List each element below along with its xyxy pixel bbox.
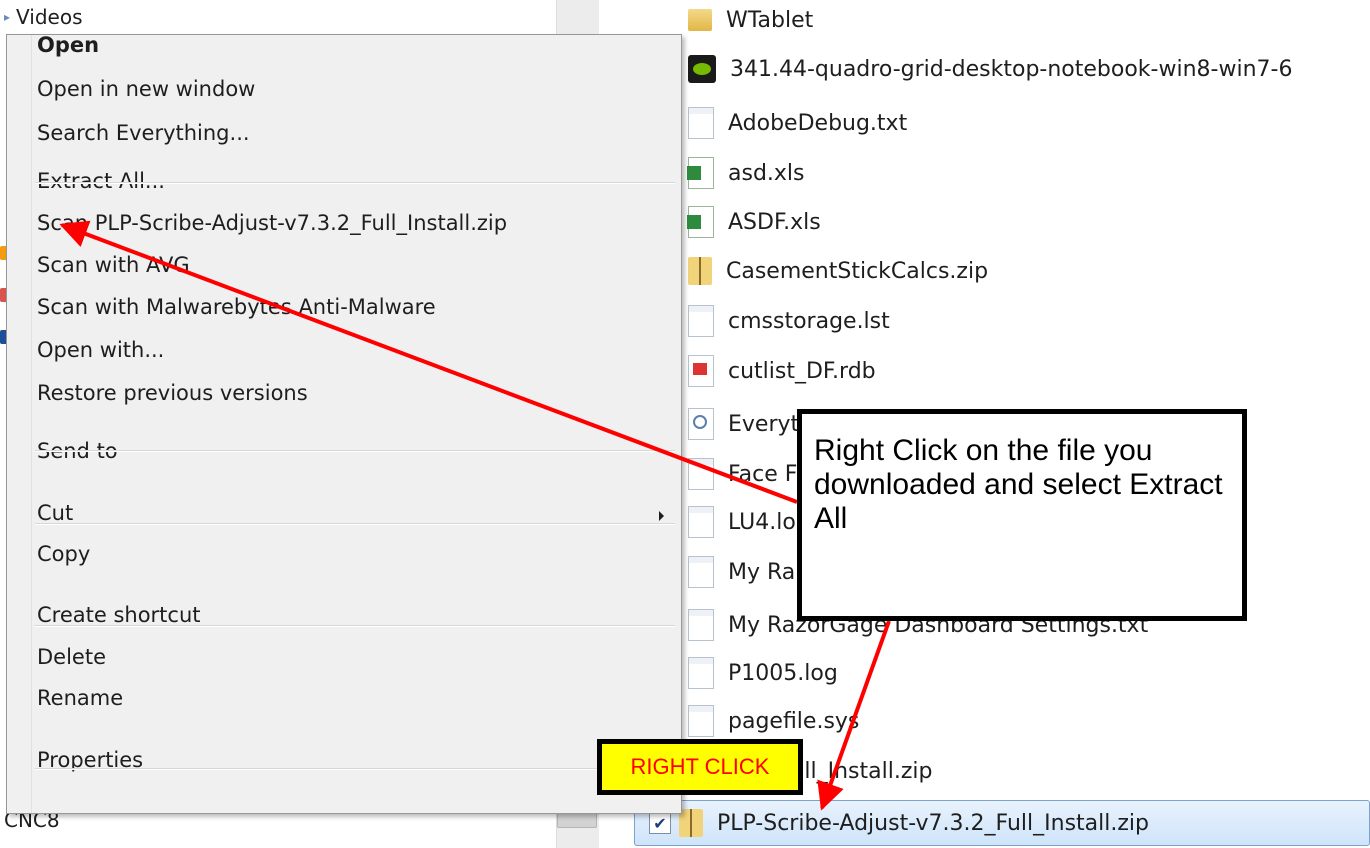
menu-item-copy[interactable]: Copy — [37, 536, 90, 572]
file-row[interactable]: CasementStickCalcs.zip — [688, 248, 988, 294]
search-file-icon — [688, 408, 714, 440]
file-name: Everyt — [728, 411, 800, 437]
file-name: PLP-Scribe-Adjust-v7.3.2_Full_Install.zi… — [717, 810, 1149, 836]
menu-item-rename[interactable]: Rename — [37, 680, 123, 716]
menu-item-open-in-new-window[interactable]: Open in new window — [37, 71, 255, 107]
menu-separator — [35, 768, 675, 770]
file-name: ASDF.xls — [728, 209, 821, 235]
file-row[interactable]: pagefile.sys — [688, 698, 859, 744]
text-file-icon — [688, 657, 714, 689]
file-row[interactable]: P1005.log — [688, 650, 838, 696]
menu-separator — [35, 450, 675, 452]
submenu-arrow-icon — [659, 511, 664, 521]
file-row[interactable]: asd.xls — [687, 150, 805, 196]
file-name: LU4.lo — [728, 509, 796, 535]
menu-item-create-shortcut[interactable]: Create shortcut — [37, 597, 201, 633]
menu-separator — [35, 182, 675, 184]
chevron-right-icon: ▸ — [4, 10, 11, 24]
menu-item-cut[interactable]: Cut — [37, 495, 73, 531]
file-checkbox[interactable]: ✔ — [649, 812, 671, 834]
file-row[interactable]: cutlist_DF.rdb — [688, 348, 876, 394]
instruction-callout: Right Click on the file you downloaded a… — [797, 409, 1247, 621]
menu-item-search-everything[interactable]: Search Everything... — [37, 115, 250, 151]
menu-item-scan-with-malwarebytes-anti-malware[interactable]: Scan with Malwarebytes Anti-Malware — [37, 289, 436, 325]
nvidia-installer-icon — [688, 55, 716, 83]
menu-item-properties[interactable]: Properties — [37, 742, 143, 778]
file-row[interactable]: WTablet — [688, 0, 813, 43]
text-file-icon — [688, 506, 714, 538]
file-row[interactable]: ASDF.xls — [687, 199, 821, 245]
right-click-label: RIGHT CLICK — [597, 739, 803, 795]
file-row[interactable]: 341.44-quadro-grid-desktop-notebook-win8… — [688, 46, 1292, 92]
excel-file-icon — [687, 157, 714, 189]
file-name: WTablet — [726, 7, 814, 33]
menu-separator — [35, 625, 675, 627]
file-row[interactable]: cmsstorage.lst — [688, 298, 890, 344]
zip-folder-icon — [688, 257, 712, 285]
file-name: cutlist_DF.rdb — [728, 358, 876, 384]
file-row[interactable]: Face F — [688, 451, 797, 497]
file-row[interactable]: AdobeDebug.txt — [688, 100, 907, 146]
file-name: Face F — [728, 461, 798, 487]
nav-item-label: Videos — [16, 5, 83, 29]
menu-gutter — [31, 35, 32, 813]
file-name: pagefile.sys — [728, 708, 860, 734]
file-name: 341.44-quadro-grid-desktop-notebook-win8… — [730, 56, 1293, 82]
menu-item-restore-previous-versions[interactable]: Restore previous versions — [37, 375, 308, 411]
file-row[interactable]: LU4.lo — [688, 499, 796, 545]
file-name: AdobeDebug.txt — [728, 110, 908, 136]
file-name: cmsstorage.lst — [728, 308, 890, 334]
menu-item-scan-plp-scribe-adjust-v7-3-2-full-install-zip[interactable]: Scan PLP-Scribe-Adjust-v7.3.2_Full_Insta… — [37, 205, 507, 241]
menu-item-delete[interactable]: Delete — [37, 639, 106, 675]
folder-icon — [688, 9, 712, 31]
file-row[interactable]: My Ra — [688, 549, 795, 595]
context-menu: Open Open in new window Search Everything.… — [6, 33, 682, 814]
file-name: asd.xls — [728, 160, 805, 186]
menu-item-scan-with-avg[interactable]: Scan with AVG — [37, 247, 190, 283]
text-file-icon — [688, 458, 714, 490]
menu-item-extract-all[interactable]: Extract All... — [37, 163, 165, 199]
menu-item-open[interactable]: Open — [37, 27, 99, 63]
zip-folder-icon — [679, 809, 703, 837]
text-file-icon — [688, 107, 714, 139]
file-name: CasementStickCalcs.zip — [726, 258, 989, 284]
menu-item-open-with[interactable]: Open with... — [37, 332, 164, 368]
file-name: My Ra — [728, 559, 796, 585]
blank-file-icon — [688, 305, 714, 337]
text-file-icon — [688, 556, 714, 588]
excel-file-icon — [687, 206, 714, 238]
file-row[interactable]: Everyt — [688, 401, 799, 447]
menu-separator — [35, 523, 675, 525]
text-file-icon — [688, 609, 714, 641]
system-file-icon — [688, 705, 714, 737]
file-name: P1005.log — [728, 660, 838, 686]
rdb-file-icon — [688, 355, 714, 387]
selected-file-row[interactable]: ✔ PLP-Scribe-Adjust-v7.3.2_Full_Install.… — [634, 800, 1370, 846]
